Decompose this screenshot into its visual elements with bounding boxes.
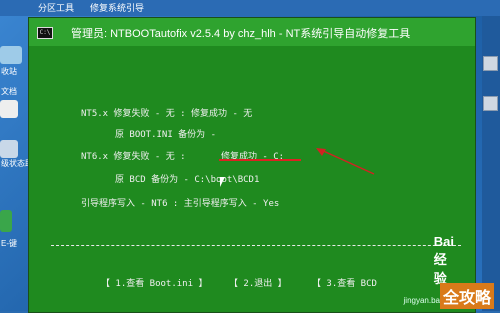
- helper-icon: [0, 140, 18, 158]
- menu-partition-tool[interactable]: 分区工具: [38, 1, 74, 14]
- mouse-cursor: [220, 177, 225, 187]
- right-sidebar: [482, 16, 500, 311]
- menu-repair-boot[interactable]: 修复系统引导: [90, 1, 144, 14]
- desktop-label: E-键: [1, 239, 17, 248]
- desktop-icon-docs[interactable]: [0, 100, 24, 118]
- desktop-icon-onekey[interactable]: [0, 210, 24, 232]
- brand-watermark: 全攻略: [439, 283, 494, 309]
- scroll-up-button[interactable]: [483, 56, 498, 71]
- scroll-button[interactable]: [483, 96, 498, 111]
- recycle-bin-icon: [0, 46, 22, 64]
- desktop-label: 文档: [1, 87, 17, 96]
- desktop-icon-recycle[interactable]: [0, 46, 24, 64]
- onekey-icon: [0, 210, 12, 232]
- annotation-arrow: [316, 148, 375, 175]
- document-icon: [0, 100, 18, 118]
- baidu-watermark: Bai 经验: [433, 234, 454, 286]
- site-watermark: jingyan.ba: [403, 296, 440, 305]
- ntbootautofix-window: C:\ 管理员: NTBOOTautofix v2.5.4 by chz_hlh…: [28, 17, 476, 313]
- desktop-label: 收站: [1, 67, 17, 76]
- top-toolbar: 分区工具 修复系统引导: [0, 0, 500, 16]
- desktop-icon-helper[interactable]: [0, 140, 24, 158]
